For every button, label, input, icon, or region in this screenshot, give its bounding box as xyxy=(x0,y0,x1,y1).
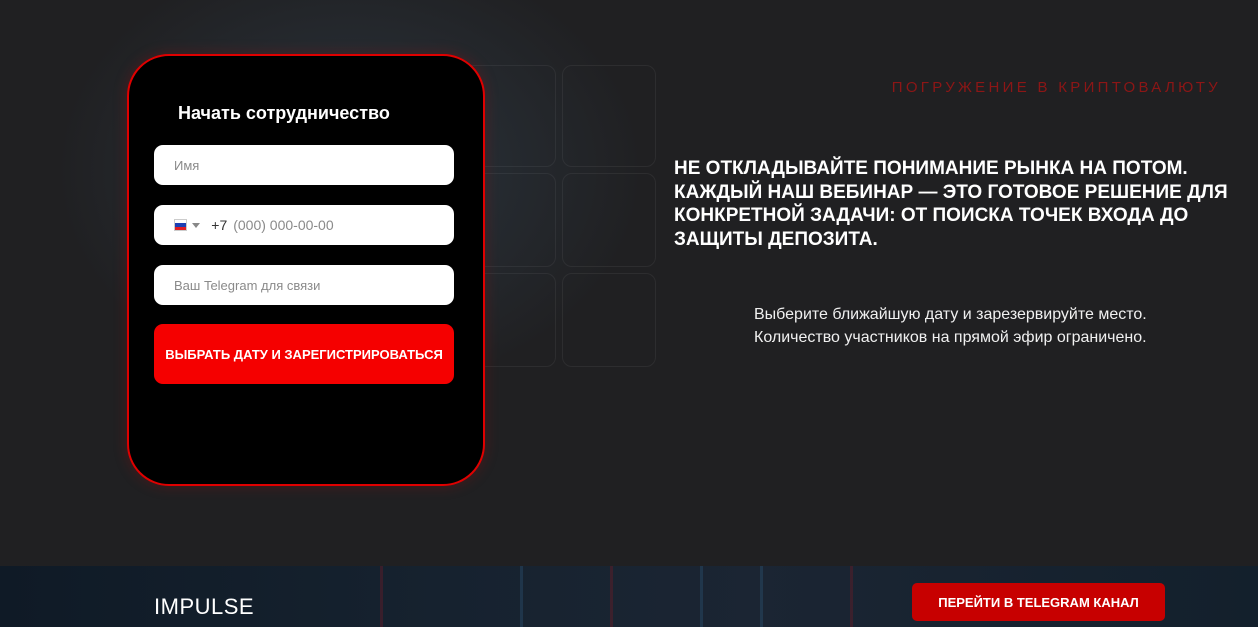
background-streak xyxy=(380,566,383,627)
headline: НЕ ОТКЛАДЫВАЙТЕ ПОНИМАНИЕ РЫНКА НА ПОТОМ… xyxy=(674,158,1228,250)
background-streak xyxy=(850,566,853,627)
background-tile xyxy=(562,173,656,267)
form-title: Начать сотрудничество xyxy=(178,103,390,123)
brand-logo[interactable]: IMPULSE xyxy=(154,594,254,620)
subtext: Выберите ближайшую дату и зарезервируйте… xyxy=(754,303,1224,349)
background-tile xyxy=(562,273,656,367)
background-streak xyxy=(700,566,703,627)
hero-section: Начать сотрудничество +7 ВЫБРАТЬ ДАТУ И … xyxy=(0,0,1258,566)
phone-country-code: +7 xyxy=(211,217,228,233)
russia-flag-icon[interactable] xyxy=(174,219,188,231)
name-input[interactable] xyxy=(154,145,454,185)
register-button[interactable]: ВЫБРАТЬ ДАТУ И ЗАРЕГИСТРИРОВАТЬСЯ xyxy=(154,324,454,384)
background-streak xyxy=(760,566,763,627)
background-tile xyxy=(562,65,656,167)
phone-field-wrapper: +7 xyxy=(154,205,454,245)
chevron-down-icon[interactable] xyxy=(192,222,201,228)
name-field-wrapper xyxy=(154,145,454,185)
telegram-field-wrapper xyxy=(154,265,454,305)
subtext-line: Количество участников на прямой эфир огр… xyxy=(754,329,1147,346)
phone-input[interactable] xyxy=(227,205,454,245)
telegram-channel-button[interactable]: ПЕРЕЙТИ В TELEGRAM КАНАЛ xyxy=(912,583,1165,621)
signup-form-card: Начать сотрудничество +7 ВЫБРАТЬ ДАТУ И … xyxy=(127,54,485,486)
background-streak xyxy=(610,566,613,627)
section-eyebrow: ПОГРУЖЕНИЕ В КРИПТОВАЛЮТУ xyxy=(891,79,1221,96)
footer-bar: IMPULSE ПЕРЕЙТИ В TELEGRAM КАНАЛ xyxy=(0,566,1258,627)
background-streak xyxy=(520,566,523,627)
telegram-input[interactable] xyxy=(154,265,454,305)
subtext-line: Выберите ближайшую дату и зарезервируйте… xyxy=(754,306,1147,323)
